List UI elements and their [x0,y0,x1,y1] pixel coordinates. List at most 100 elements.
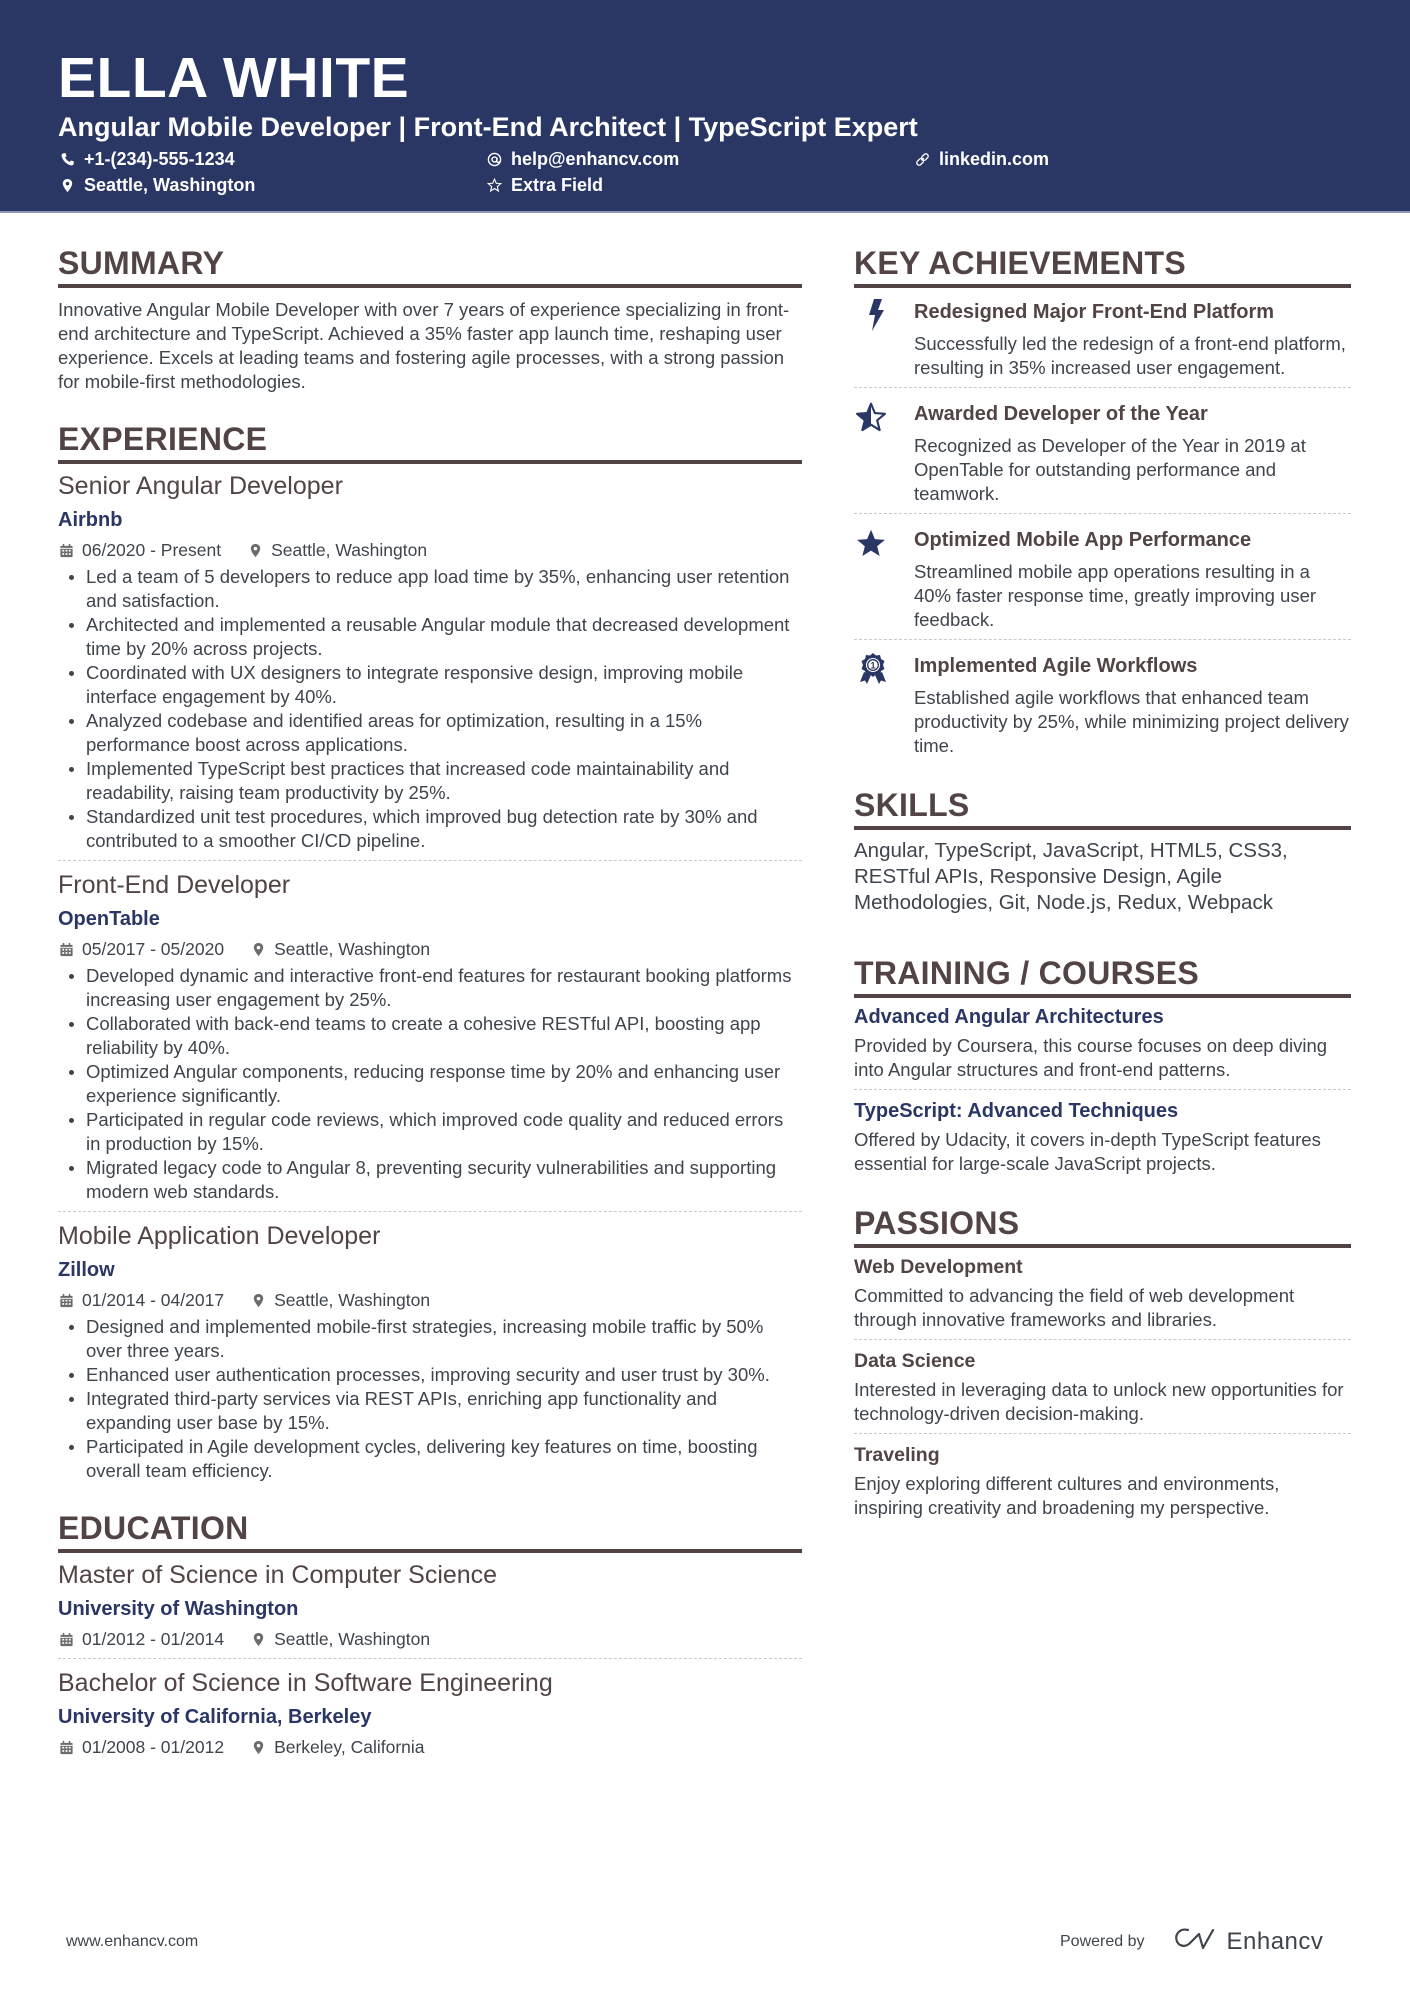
bullet-item: Architected and implemented a reusable A… [58,613,802,661]
half-star-icon [854,396,914,506]
at-icon [485,150,503,168]
education-dates: 01/2012 - 01/2014 [82,1629,225,1649]
bullet-item: Optimized Angular components, reducing r… [58,1060,802,1108]
linkedin-text: linkedin.com [939,149,1050,169]
achievement-description: Streamlined mobile app operations result… [914,561,1317,630]
bullet-item: Participated in regular code reviews, wh… [58,1108,802,1156]
contact-linkedin[interactable]: linkedin.com [913,148,1049,170]
passion-title: Data Science [854,1350,976,1372]
job-dates: 05/2017 - 05/2020 [82,939,225,959]
job-location: Seattle, Washington [274,939,431,959]
location-text: Seattle, Washington [84,175,256,195]
contact-phone[interactable]: +1-(234)-555-1234 [58,148,235,170]
bullet-item: Designed and implemented mobile-first st… [58,1315,802,1363]
section-title: EDUCATION [58,1510,249,1546]
item-divider [854,1433,1351,1434]
phone-icon [58,150,76,168]
education-item: Master of Science in Computer Science Un… [58,1559,802,1651]
lightning-bolt-icon [854,294,914,380]
achievements-section: KEY ACHIEVEMENTS Redesigned Major Front-… [854,244,1351,758]
section-divider [58,460,802,464]
achievement-item: Awarded Developer of the Year Recognized… [854,396,1351,506]
bullet-item: Led a team of 5 developers to reduce app… [58,565,802,613]
course-item: TypeScript: Advanced Techniques Offered … [854,1098,1351,1176]
resume-header: ELLA WHITE Angular Mobile Developer | Fr… [0,0,1410,213]
location-icon [247,542,263,558]
section-title: TRAINING / COURSES [854,955,1199,991]
passion-item: Web Development Committed to advancing t… [854,1254,1351,1332]
passion-title: Traveling [854,1444,940,1466]
item-divider [854,1089,1351,1090]
achievement-title: Awarded Developer of the Year [914,403,1208,425]
section-divider [854,826,1351,830]
footer-branding[interactable]: Powered by Enhancv [1060,1926,1323,1957]
passion-item: Traveling Enjoy exploring different cult… [854,1442,1351,1520]
section-divider [58,284,802,288]
location-icon [250,941,266,957]
item-divider [854,1339,1351,1340]
education-section: EDUCATION Master of Science in Computer … [58,1509,802,1759]
section-title: EXPERIENCE [58,421,268,457]
skills-list: Angular, TypeScript, JavaScript, HTML5, … [854,839,1288,914]
item-divider [854,639,1351,640]
svg-text:1: 1 [870,661,875,671]
extra-field-text: Extra Field [511,175,604,195]
footer-website-link[interactable]: www.enhancv.com [66,1933,198,1951]
achievement-description: Recognized as Developer of the Year in 2… [914,435,1306,504]
bullet-item: Developed dynamic and interactive front-… [58,964,802,1012]
bullet-item: Implemented TypeScript best practices th… [58,757,802,805]
item-divider [854,513,1351,514]
achievement-item: Optimized Mobile App Performance Streaml… [854,522,1351,632]
bullet-item: Migrated legacy code to Angular 8, preve… [58,1156,802,1204]
training-section: TRAINING / COURSES Advanced Angular Arch… [854,954,1351,1176]
contact-email[interactable]: help@enhancv.com [485,148,679,170]
bullet-item: Participated in Agile development cycles… [58,1435,802,1483]
location-icon [58,176,76,194]
education-location: Berkeley, California [274,1737,425,1757]
job-location: Seattle, Washington [274,1290,431,1310]
passion-description: Interested in leveraging data to unlock … [854,1379,1344,1424]
achievement-item: 1 Implemented Agile Workflows Establishe… [854,648,1351,758]
achievement-description: Established agile workflows that enhance… [914,687,1349,756]
achievement-title: Implemented Agile Workflows [914,655,1198,677]
job-bullets: Developed dynamic and interactive front-… [58,964,802,1204]
location-icon [250,1631,266,1647]
star-outline-icon [485,176,503,194]
education-item: Bachelor of Science in Software Engineer… [58,1667,802,1759]
school-name: University of California, Berkeley [58,1706,372,1728]
company-name: Airbnb [58,509,123,531]
candidate-headline: Angular Mobile Developer | Front-End Arc… [58,112,918,142]
calendar-icon [58,1292,74,1308]
job-dates: 01/2014 - 04/2017 [82,1290,225,1310]
experience-item: Front-End Developer OpenTable 05/2017 - … [58,869,802,1204]
job-title: Senior Angular Developer [58,472,343,500]
bullet-item: Coordinated with UX designers to integra… [58,661,802,709]
course-item: Advanced Angular Architectures Provided … [854,1004,1351,1082]
item-divider [58,1658,802,1659]
item-divider [58,860,802,861]
course-description: Offered by Udacity, it covers in-depth T… [854,1129,1321,1174]
bullet-item: Standardized unit test procedures, which… [58,805,802,853]
passion-item: Data Science Interested in leveraging da… [854,1348,1351,1426]
right-column: KEY ACHIEVEMENTS Redesigned Major Front-… [854,244,1351,1520]
award-ribbon-icon: 1 [854,648,914,758]
passion-title: Web Development [854,1256,1023,1278]
education-meta: 01/2008 - 01/2012 Berkeley, California [58,1735,802,1759]
education-meta: 01/2012 - 01/2014 Seattle, Washington [58,1627,802,1651]
education-location: Seattle, Washington [274,1629,431,1649]
calendar-icon [58,941,74,957]
section-divider [854,284,1351,288]
passion-description: Enjoy exploring different cultures and e… [854,1473,1280,1518]
link-icon [913,150,931,168]
education-dates: 01/2008 - 01/2012 [82,1737,225,1757]
enhancv-logo-icon [1173,1926,1227,1957]
job-bullets: Designed and implemented mobile-first st… [58,1315,802,1483]
job-meta: 06/2020 - Present Seattle, Washington [58,538,802,562]
item-divider [58,1211,802,1212]
course-title: TypeScript: Advanced Techniques [854,1100,1179,1122]
powered-by-label: Powered by [1060,1932,1145,1950]
calendar-icon [58,1631,74,1647]
degree: Master of Science in Computer Science [58,1561,498,1589]
location-icon [250,1292,266,1308]
job-meta: 05/2017 - 05/2020 Seattle, Washington [58,937,802,961]
